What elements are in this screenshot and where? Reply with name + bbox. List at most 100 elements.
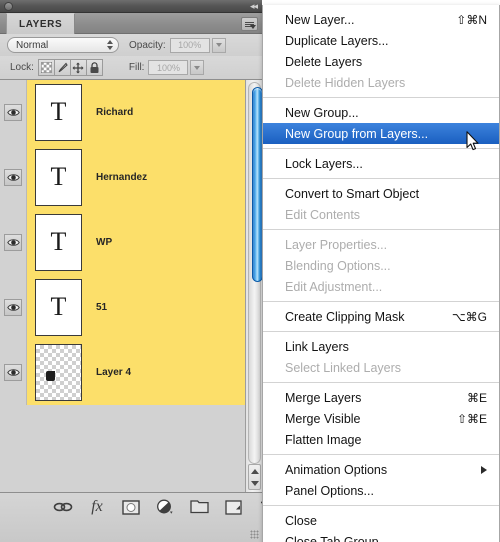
eye-icon[interactable] <box>4 363 22 381</box>
mouse-cursor-icon <box>466 131 479 151</box>
collapse-panel-icon[interactable]: ◂◂ <box>250 1 258 12</box>
layers-panel-context-menu[interactable]: New Layer... ⇧⌘N Duplicate Layers... Delete… <box>262 5 500 542</box>
eye-icon[interactable] <box>4 233 22 251</box>
menu-item: Delete Hidden Layers <box>263 72 499 93</box>
layer-row-body[interactable]: T Richard <box>26 80 262 145</box>
menu-separator <box>263 148 499 149</box>
fill-stepper[interactable] <box>190 60 205 75</box>
menu-item[interactable]: Animation Options <box>263 459 499 480</box>
adjustment-layer-icon[interactable] <box>154 497 176 517</box>
fill-input[interactable]: 100% <box>148 60 189 75</box>
link-layers-icon[interactable] <box>52 497 74 517</box>
menu-item: Edit Contents <box>263 204 499 225</box>
layer-visibility-cell[interactable] <box>0 80 26 145</box>
menu-item[interactable]: Close Tab Group <box>263 531 499 542</box>
layer-thumbnail[interactable] <box>35 343 82 401</box>
lock-all-button[interactable] <box>85 59 103 76</box>
menu-item-label: Delete Layers <box>285 54 363 69</box>
menu-item[interactable]: Flatten Image <box>263 429 499 450</box>
vertical-scrollbar[interactable] <box>245 80 263 492</box>
layer-row-body[interactable]: T Hernandez <box>26 144 262 210</box>
menu-item-label: Close Tab Group <box>285 534 379 542</box>
menu-item[interactable]: Duplicate Layers... <box>263 30 499 51</box>
layer-row[interactable]: T Richard <box>0 80 262 145</box>
new-layer-icon[interactable] <box>222 497 244 517</box>
layer-style-fx-icon[interactable]: fx <box>86 497 108 517</box>
opacity-stepper[interactable] <box>211 37 226 53</box>
eye-icon[interactable] <box>4 298 22 316</box>
layer-thumbnail[interactable]: T <box>35 83 82 141</box>
menu-item[interactable]: Close <box>263 510 499 531</box>
menu-item-label: New Layer... <box>285 12 355 27</box>
menu-item[interactable]: Panel Options... <box>263 480 499 501</box>
menu-item[interactable]: Delete Layers <box>263 51 499 72</box>
lock-transparent-pixels-button[interactable] <box>37 59 55 76</box>
layer-row-body[interactable]: T 51 <box>26 274 262 340</box>
scrollbar-track[interactable] <box>248 82 263 464</box>
menu-item-label: Link Layers <box>285 339 349 354</box>
layer-thumbnail[interactable]: T <box>35 213 82 271</box>
tab-layers-label: LAYERS <box>19 18 63 30</box>
menu-item: Select Linked Layers <box>263 357 499 378</box>
new-group-icon[interactable] <box>188 497 210 517</box>
brush-icon <box>58 62 69 72</box>
layer-row[interactable]: T Hernandez <box>0 144 262 210</box>
panel-tab-strip: LAYERS <box>0 13 262 34</box>
lock-position-button[interactable] <box>69 59 87 76</box>
layer-row[interactable]: T WP <box>0 209 262 275</box>
layer-row-body[interactable]: T WP <box>26 209 262 275</box>
add-layer-mask-icon[interactable] <box>120 497 142 517</box>
scrollbar-arrows[interactable] <box>248 464 261 490</box>
menu-item[interactable]: Merge Visible ⇧⌘E <box>263 408 499 429</box>
layer-thumbnail[interactable]: T <box>35 148 82 206</box>
menu-item-shortcut: ⌥⌘G <box>451 309 487 324</box>
menu-item[interactable]: New Group from Layers... <box>263 123 499 144</box>
layer-row[interactable]: Layer 4 <box>0 339 262 405</box>
layer-thumbnail[interactable]: T <box>35 278 82 336</box>
menu-item[interactable]: Link Layers <box>263 336 499 357</box>
menu-separator <box>263 331 499 332</box>
resize-grip-icon[interactable] <box>250 530 259 539</box>
menu-item: Layer Properties... <box>263 234 499 255</box>
layer-visibility-cell[interactable] <box>0 339 26 405</box>
menu-separator <box>263 505 499 506</box>
layers-toolbar: fx <box>0 492 274 542</box>
layer-visibility-cell[interactable] <box>0 274 26 340</box>
blend-mode-select[interactable]: Normal <box>7 37 119 53</box>
menu-item[interactable]: Merge Layers ⌘E <box>263 387 499 408</box>
menu-separator <box>263 301 499 302</box>
eye-icon[interactable] <box>4 168 22 186</box>
layer-list[interactable]: T Richard T Hernandez T WP T 51 Layer 4 <box>0 80 262 492</box>
menu-item[interactable]: New Layer... ⇧⌘N <box>263 9 499 30</box>
layer-name-label: Hernandez <box>96 171 148 183</box>
menu-item-label: Edit Adjustment... <box>285 279 383 294</box>
menu-item[interactable]: Create Clipping Mask ⌥⌘G <box>263 306 499 327</box>
opacity-input[interactable]: 100% <box>169 37 210 53</box>
menu-item-label: Create Clipping Mask <box>285 309 405 324</box>
menu-item: Edit Adjustment... <box>263 276 499 297</box>
layer-name-label: 51 <box>96 301 108 313</box>
layer-name-label: WP <box>96 236 113 248</box>
panel-title-bar: ◂◂ <box>0 0 262 13</box>
chevron-updown-icon <box>107 40 113 50</box>
window-control-dot-icon[interactable] <box>4 2 13 11</box>
menu-separator <box>263 454 499 455</box>
menu-item-label: New Group from Layers... <box>285 126 429 141</box>
menu-item[interactable]: Convert to Smart Object <box>263 183 499 204</box>
layer-row[interactable]: T 51 <box>0 274 262 340</box>
scroll-up-icon[interactable] <box>250 468 259 474</box>
layers-toolbar-icons: fx <box>52 497 278 517</box>
layer-row-body[interactable]: Layer 4 <box>26 339 262 405</box>
menu-item-label: New Group... <box>285 105 359 120</box>
menu-item-label: Convert to Smart Object <box>285 186 420 201</box>
menu-item[interactable]: New Group... <box>263 102 499 123</box>
layer-visibility-cell[interactable] <box>0 209 26 275</box>
lock-image-pixels-button[interactable] <box>53 59 71 76</box>
eye-icon[interactable] <box>4 103 22 121</box>
layer-visibility-cell[interactable] <box>0 144 26 210</box>
tab-layers[interactable]: LAYERS <box>6 13 76 34</box>
menu-item-label: Flatten Image <box>285 432 362 447</box>
panel-menu-icon[interactable] <box>241 17 258 31</box>
menu-item[interactable]: Lock Layers... <box>263 153 499 174</box>
scroll-down-icon[interactable] <box>250 480 259 486</box>
